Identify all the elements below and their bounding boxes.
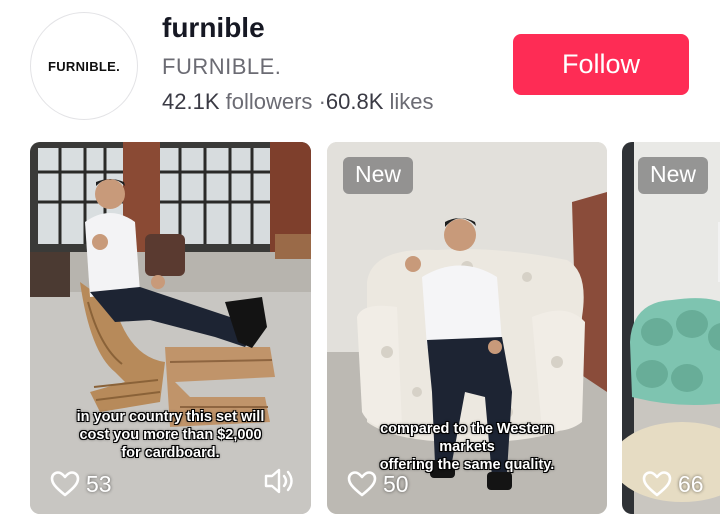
caption-line: cost you more than $2,000 (79, 427, 262, 443)
video-thumbnail (622, 142, 720, 514)
profile-stats: 42.1K followers ·60.8K likes (162, 89, 434, 115)
followers-count: 42.1K (162, 89, 220, 114)
caption-line: compared to the Western (380, 421, 554, 437)
likes-label: likes (389, 89, 434, 114)
new-badge: New (638, 157, 709, 194)
heart-icon (642, 471, 672, 497)
heart-icon (347, 471, 377, 497)
likes-count: 66 (678, 470, 704, 497)
caption-line: for cardboard. (121, 445, 220, 461)
new-badge: New (343, 157, 414, 194)
video-card[interactable]: in your country this set will cost you m… (30, 142, 311, 514)
video-caption: compared to the Western markets offering… (327, 420, 607, 474)
heart-icon (50, 471, 80, 497)
video-card[interactable]: New compared to the Western markets offe… (327, 142, 607, 514)
follow-button[interactable]: Follow (513, 34, 689, 95)
video-grid: in your country this set will cost you m… (0, 142, 720, 514)
video-likes: 53 (50, 470, 112, 498)
video-card[interactable]: New 66 (622, 142, 720, 514)
video-likes: 50 (347, 470, 409, 498)
followers-label: followers (225, 89, 313, 114)
caption-line: in your country this set will (76, 409, 265, 425)
video-likes: 66 (642, 470, 704, 498)
profile-header: FURNIBLE. furnible FURNIBLE. 42.1K follo… (0, 0, 720, 140)
caption-line: markets (439, 439, 495, 455)
speaker-icon[interactable] (263, 466, 297, 496)
display-name: FURNIBLE. (162, 54, 282, 79)
likes-count: 50 (383, 470, 409, 497)
stats-separator: · (318, 89, 326, 114)
username: furnible (162, 12, 265, 43)
video-caption: in your country this set will cost you m… (30, 408, 311, 462)
avatar-logo-text: FURNIBLE. (47, 58, 121, 74)
likes-count: 53 (86, 470, 112, 497)
avatar[interactable]: FURNIBLE. (30, 12, 138, 120)
likes-count: 60.8K (325, 89, 384, 114)
